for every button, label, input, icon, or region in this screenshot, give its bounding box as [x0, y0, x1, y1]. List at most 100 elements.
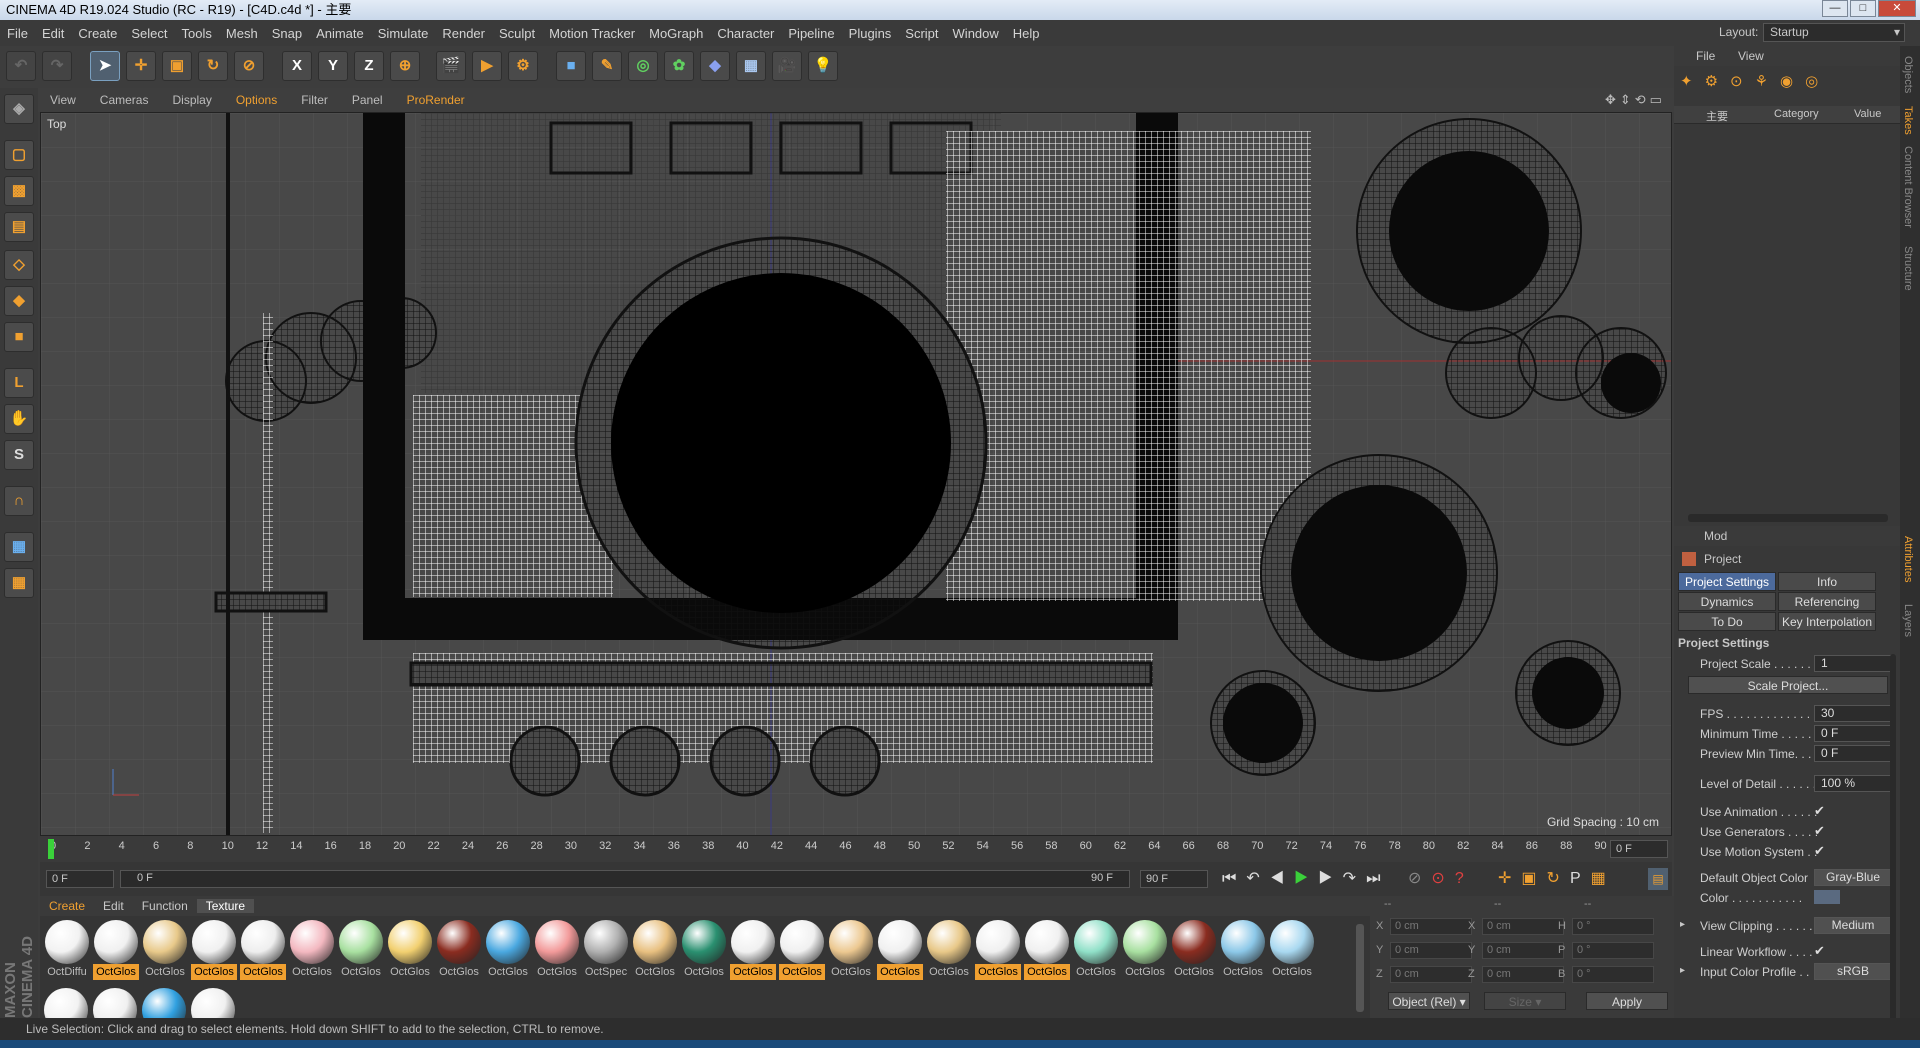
- material-swatch[interactable]: OctGlos: [632, 920, 678, 986]
- material-swatch[interactable]: OctGlos: [926, 920, 972, 986]
- keyframe-selection-icon[interactable]: ?: [1455, 870, 1474, 887]
- coord-field[interactable]: 0 °: [1572, 942, 1654, 959]
- material-scrollbar[interactable]: [1356, 924, 1364, 1012]
- viewport-menu-prorender[interactable]: ProRender: [395, 93, 477, 107]
- om-scrollbar[interactable]: [1688, 514, 1888, 522]
- menu-pipeline[interactable]: Pipeline: [781, 26, 841, 41]
- material-swatch[interactable]: OctGlos: [436, 920, 482, 986]
- key-scale-icon[interactable]: ▣: [1521, 870, 1546, 887]
- render-settings-icon[interactable]: ⚙: [508, 51, 538, 81]
- coord-field[interactable]: 0 cm: [1390, 942, 1472, 959]
- material-swatch[interactable]: OctGlos: [1269, 920, 1315, 986]
- material-swatch[interactable]: OctGlos: [975, 920, 1021, 986]
- coord-size-dropdown[interactable]: Size ▾: [1484, 992, 1566, 1010]
- material-swatch[interactable]: OctGlos: [1122, 920, 1168, 986]
- use-generators-checkbox[interactable]: ✔: [1814, 824, 1828, 838]
- rotate-icon[interactable]: ↻: [198, 51, 228, 81]
- model-mode-icon[interactable]: ▢: [4, 140, 34, 170]
- menu-window[interactable]: Window: [946, 26, 1006, 41]
- tab-referencing[interactable]: Referencing: [1778, 592, 1876, 611]
- material-swatch[interactable]: OctDiffu: [44, 920, 90, 986]
- viewport-menu-options[interactable]: Options: [224, 93, 289, 107]
- prev-frame-icon[interactable]: ◀: [1270, 870, 1294, 887]
- tab-info[interactable]: Info: [1778, 572, 1876, 591]
- polygons-mode-icon[interactable]: ■: [4, 322, 34, 352]
- attr-scrollbar[interactable]: [1890, 654, 1896, 1034]
- timeline-ruler[interactable]: 0246810121416182022242628303234363840424…: [40, 836, 1672, 862]
- viewport-menu-cameras[interactable]: Cameras: [88, 93, 161, 107]
- expand-arrow-icon[interactable]: ▸: [1680, 919, 1685, 930]
- menu-mograph[interactable]: MoGraph: [642, 26, 710, 41]
- om-menu-file[interactable]: File: [1696, 49, 1715, 63]
- autokey-icon[interactable]: ⊙: [1431, 870, 1454, 887]
- coord-field[interactable]: 0 °: [1572, 918, 1654, 935]
- menu-file[interactable]: File: [0, 26, 35, 41]
- material-swatch[interactable]: OctGlos: [142, 920, 188, 986]
- make-editable-icon[interactable]: ◈: [4, 94, 34, 124]
- material-swatch[interactable]: OctGlos: [485, 920, 531, 986]
- menu-edit[interactable]: Edit: [35, 26, 71, 41]
- workplane-icon[interactable]: ▤: [4, 212, 34, 242]
- recent-tool-icon[interactable]: ⊘: [234, 51, 264, 81]
- cloner-icon[interactable]: ✿: [664, 51, 694, 81]
- close-button[interactable]: ✕: [1878, 0, 1916, 17]
- coord-field[interactable]: 0 cm: [1482, 918, 1564, 935]
- live-selection-icon[interactable]: ➤: [90, 51, 120, 81]
- record-keys-icon[interactable]: ⊘: [1408, 870, 1431, 887]
- coord-field[interactable]: 0 cm: [1482, 966, 1564, 983]
- material-swatch[interactable]: OctGlos: [387, 920, 433, 986]
- om-menu-view[interactable]: View: [1738, 49, 1764, 63]
- edges-mode-icon[interactable]: ◆: [4, 286, 34, 316]
- material-swatch[interactable]: OctGlos: [828, 920, 874, 986]
- viewport-navigation-icons[interactable]: ✥⇕⟲▭: [1605, 92, 1666, 108]
- texture-mode-icon[interactable]: ▩: [4, 176, 34, 206]
- tab-key-interpolation[interactable]: Key Interpolation: [1778, 612, 1876, 631]
- key-parameter-icon[interactable]: P: [1570, 870, 1591, 887]
- menu-select[interactable]: Select: [124, 26, 174, 41]
- material-swatch[interactable]: OctSpec: [583, 920, 629, 986]
- goto-end-icon[interactable]: ⏭: [1366, 870, 1390, 887]
- redo-icon[interactable]: ↷: [42, 51, 72, 81]
- viewport-menu-display[interactable]: Display: [160, 93, 223, 107]
- coord-field[interactable]: 0 cm: [1390, 918, 1472, 935]
- material-swatch[interactable]: OctGlos: [534, 920, 580, 986]
- deformer-icon[interactable]: ◆: [700, 51, 730, 81]
- camera-icon[interactable]: 🎥: [772, 51, 802, 81]
- pen-spline-icon[interactable]: ✎: [592, 51, 622, 81]
- points-mode-icon[interactable]: ◇: [4, 250, 34, 280]
- tab-takes[interactable]: Takes: [1902, 106, 1914, 135]
- coord-field[interactable]: 0 °: [1572, 966, 1654, 983]
- prev-key-icon[interactable]: ↶: [1246, 870, 1269, 887]
- linear-workflow-checkbox[interactable]: ✔: [1814, 944, 1828, 958]
- tweak-mode-icon[interactable]: ✋: [4, 404, 34, 434]
- menu-render[interactable]: Render: [435, 26, 492, 41]
- menu-tools[interactable]: Tools: [175, 26, 219, 41]
- menu-plugins[interactable]: Plugins: [842, 26, 899, 41]
- floor-icon[interactable]: ▦: [736, 51, 766, 81]
- apply-button[interactable]: Apply: [1586, 992, 1668, 1010]
- key-rotation-icon[interactable]: ↻: [1547, 870, 1570, 887]
- minimize-button[interactable]: —: [1822, 0, 1848, 17]
- menu-motion-tracker[interactable]: Motion Tracker: [542, 26, 642, 41]
- coord-mode-dropdown[interactable]: Object (Rel) ▾: [1388, 992, 1470, 1010]
- viewport-menu-view[interactable]: View: [38, 93, 88, 107]
- move-icon[interactable]: ✛: [126, 51, 156, 81]
- om-root[interactable]: 主要: [1706, 108, 1728, 124]
- next-key-icon[interactable]: ↷: [1343, 870, 1366, 887]
- menu-script[interactable]: Script: [898, 26, 945, 41]
- menu-sculpt[interactable]: Sculpt: [492, 26, 542, 41]
- material-swatch[interactable]: OctGlos: [730, 920, 776, 986]
- light-icon[interactable]: 💡: [808, 51, 838, 81]
- coord-field[interactable]: 0 cm: [1390, 966, 1472, 983]
- tab-attributes[interactable]: Attributes: [1902, 536, 1914, 582]
- render-picture-viewer-icon[interactable]: ▶: [472, 51, 502, 81]
- menu-snap[interactable]: Snap: [265, 26, 309, 41]
- solo-icon[interactable]: S: [4, 440, 34, 470]
- maximize-button[interactable]: □: [1850, 0, 1876, 17]
- goto-start-icon[interactable]: ⏮: [1222, 870, 1246, 887]
- tab-layers[interactable]: Layers: [1902, 604, 1914, 637]
- tab-dynamics[interactable]: Dynamics: [1678, 592, 1776, 611]
- preview-min-field[interactable]: 0 F: [1814, 745, 1892, 762]
- play-icon[interactable]: ▶: [1294, 870, 1318, 887]
- material-swatch[interactable]: OctGlos: [877, 920, 923, 986]
